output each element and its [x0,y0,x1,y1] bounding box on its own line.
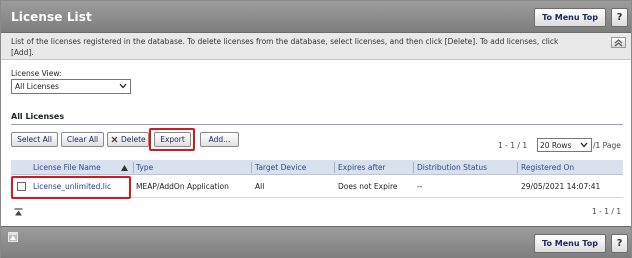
scroll-to-top-icon[interactable] [13,207,23,217]
collapse-up-icon[interactable] [611,37,626,48]
rows-per-page-select[interactable]: 20 Rows [537,138,592,152]
registered-on: 29/05/2021 14:07:41 [521,182,601,191]
to-menu-top-button[interactable]: To Menu Top [534,8,606,27]
page-title: License List [11,10,92,24]
pager-range-top: 1 - 1 / 1 [498,141,528,150]
section-divider [11,124,623,125]
help-button[interactable]: ? [611,8,628,27]
column-separator [133,162,134,173]
rows-per-page-value: 20 Rows [540,140,572,150]
column-separator [413,162,414,173]
expires-after: Does not Expire [338,182,398,191]
chevron-down-icon [116,82,130,91]
column-separator [251,162,252,173]
target-device: All [255,182,265,191]
footer-bar: To Menu Top ? [1,226,631,258]
license-view-select[interactable]: All Licenses [11,79,131,94]
column-header-file-name[interactable]: License File Name [33,163,101,172]
close-x-icon [111,136,118,143]
export-button[interactable]: Export [154,132,191,147]
distribution-status: -- [417,182,423,191]
page-count: /1 Page [593,141,621,150]
add-button[interactable]: Add... [200,132,239,147]
column-header-registered-on[interactable]: Registered On [521,163,574,172]
file-name-highlight [11,176,131,199]
column-separator [334,162,335,173]
license-view-label: License View: [11,69,62,78]
to-menu-top-button[interactable]: To Menu Top [534,234,606,253]
select-all-button[interactable]: Select All [11,132,58,147]
clear-all-button[interactable]: Clear All [61,132,104,147]
header-bar: License List To Menu Top ? [1,1,631,33]
section-title: All Licenses [11,112,65,121]
pager-range-bottom: 1 - 1 / 1 [592,207,622,216]
description-bar: List of the licenses registered in the d… [1,33,631,60]
column-separator [517,162,518,173]
delete-label: Delete [121,135,146,144]
description-text: List of the licenses registered in the d… [11,37,559,57]
column-header-expires-after[interactable]: Expires after [338,163,386,172]
delete-button[interactable]: Delete [107,132,149,147]
license-list-window: License List To Menu Top ? List of the l… [0,0,632,258]
license-type: MEAP/AddOn Application [136,182,229,191]
sort-ascending-icon[interactable] [121,164,128,173]
license-view-selected: All Licenses [15,82,59,91]
column-header-type[interactable]: Type [136,163,153,172]
column-header-distribution-status[interactable]: Distribution Status [417,163,487,172]
chevron-down-icon [577,141,591,150]
table-header: License File Name Type Target Device Exp… [11,160,623,175]
scroll-to-top-icon[interactable] [8,232,18,242]
help-button[interactable]: ? [611,234,628,253]
column-header-target-device[interactable]: Target Device [255,163,306,172]
